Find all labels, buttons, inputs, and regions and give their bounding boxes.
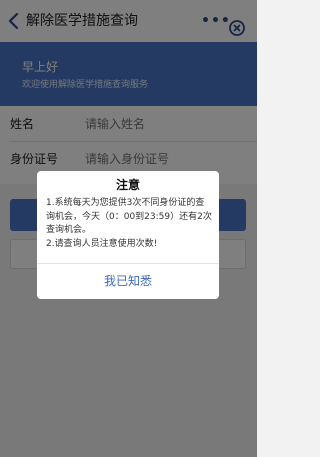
dialog-title: 注意 xyxy=(115,178,140,192)
dialog-body: 1.系统每天为您提供3次不同身份证的查询机会，今天（0：00到23:59）还有2… xyxy=(46,197,212,251)
acknowledge-button[interactable]: 我已知悉 xyxy=(37,264,219,299)
dialog-line-2: 2.请查询人员注意使用次数! xyxy=(46,238,158,249)
notice-dialog: 注意 1.系统每天为您提供3次不同身份证的查询机会，今天（0：00到23:59）… xyxy=(37,171,219,299)
dialog-line-1: 1.系统每天为您提供3次不同身份证的查询机会，今天（0：00到23:59）还有2… xyxy=(46,198,212,235)
